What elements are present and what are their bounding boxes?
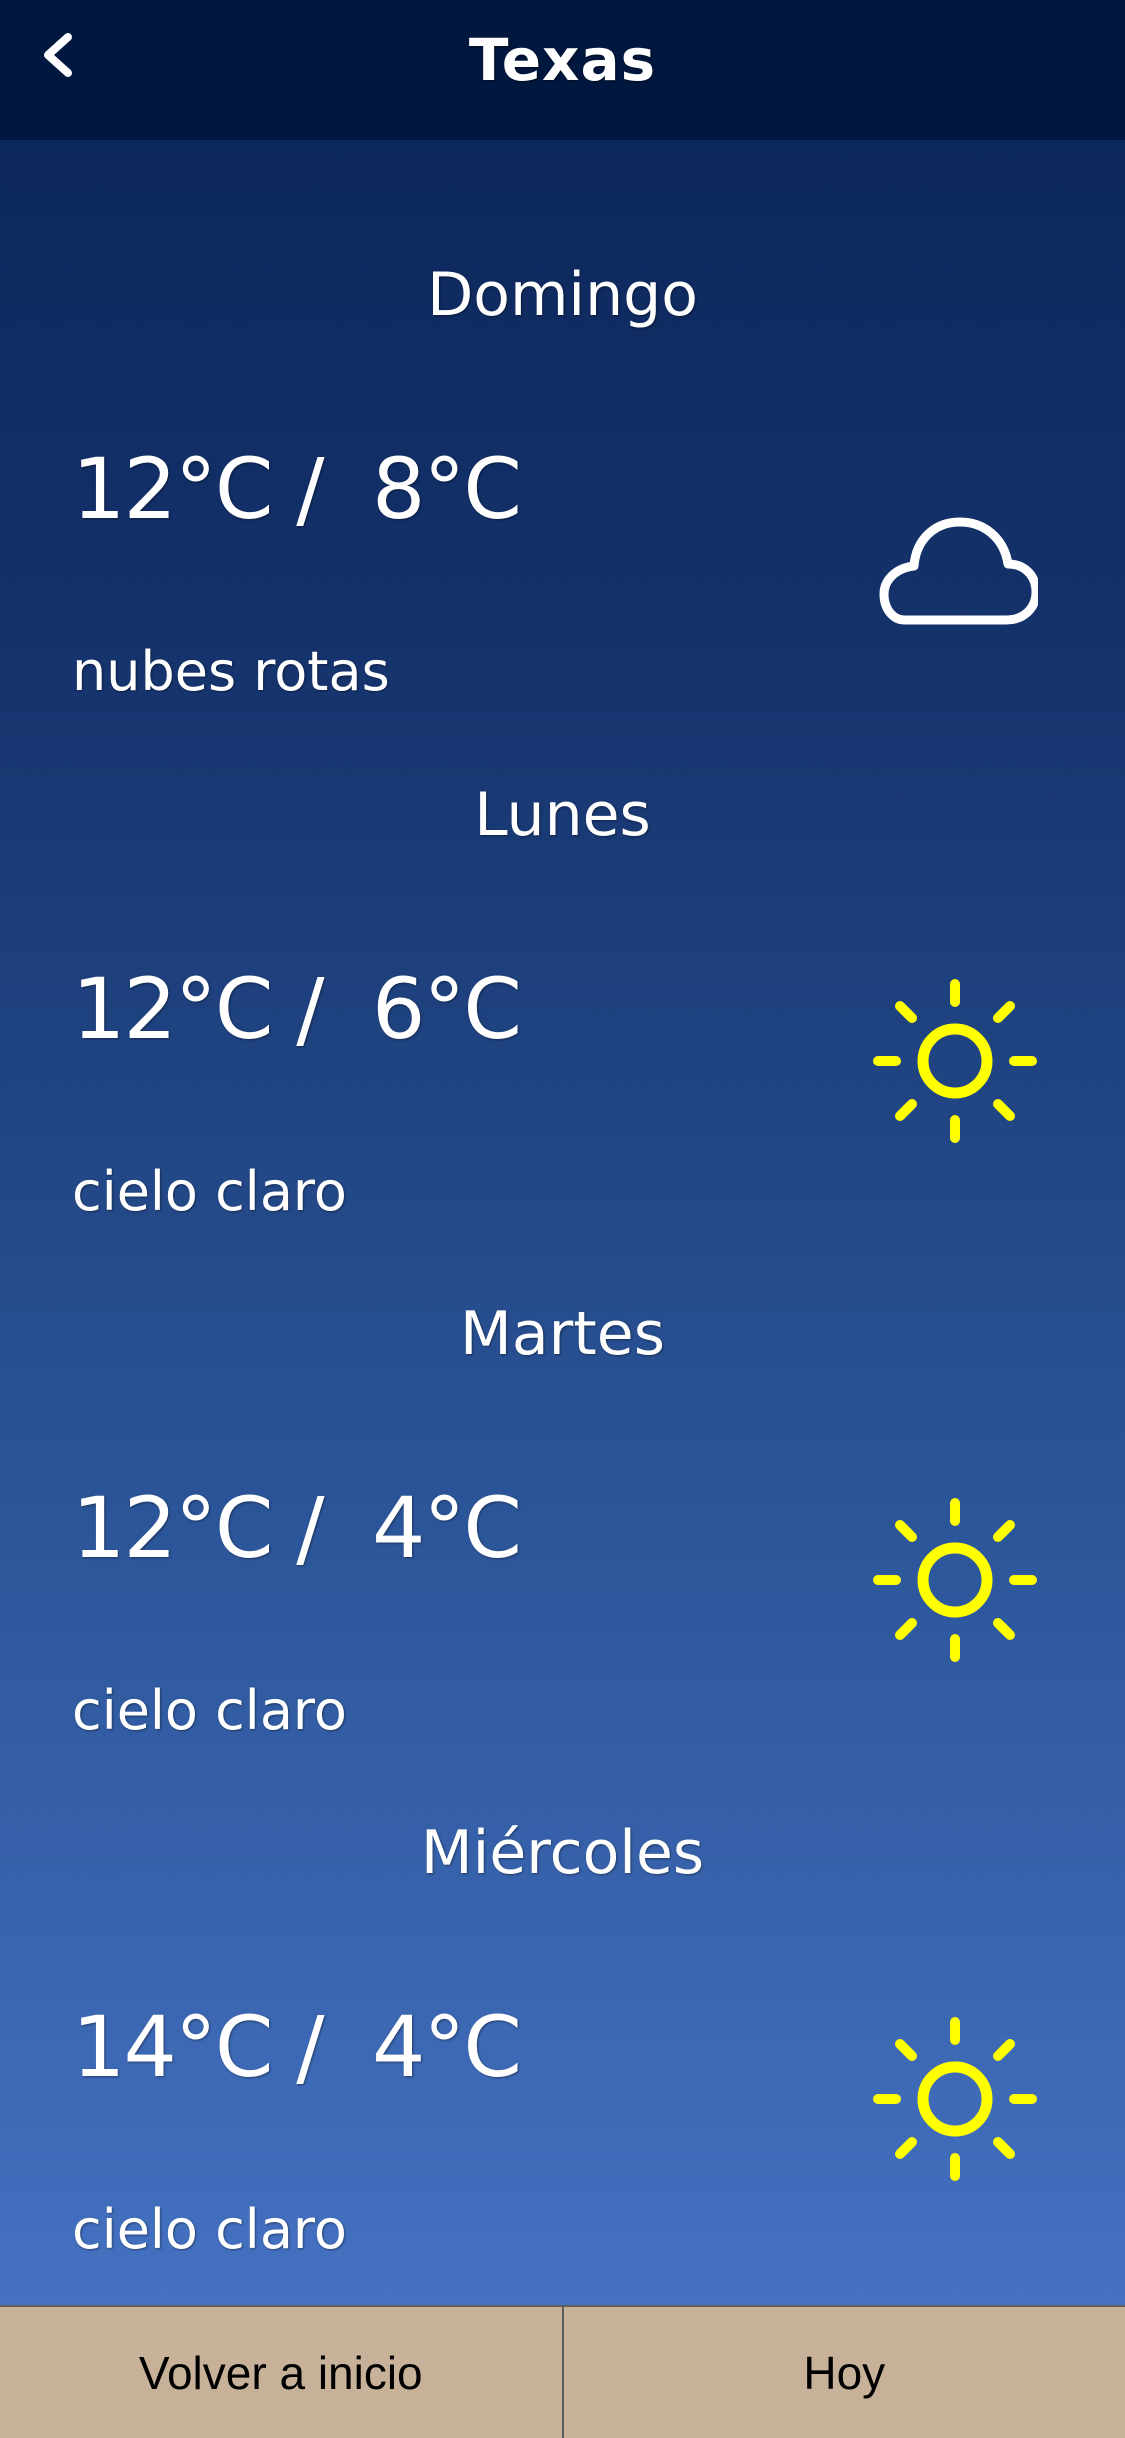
temperature-range: 12°C / 8°C: [72, 440, 520, 538]
sun-icon: [872, 978, 1038, 1144]
cloud-icon: [872, 480, 1038, 646]
temperature-range: 12°C / 6°C: [72, 960, 520, 1058]
sun-icon: [872, 1497, 1038, 1663]
forecast-day: Martes 12°C / 4°C cielo claro: [0, 1239, 1125, 1758]
temperature-range: 14°C / 4°C: [72, 1998, 520, 2096]
day-name: Domingo: [0, 260, 1125, 330]
day-name: Lunes: [0, 780, 1125, 850]
forecast-day: Lunes 12°C / 6°C cielo claro: [0, 720, 1125, 1239]
day-name: Martes: [0, 1299, 1125, 1369]
forecast-day: Domingo 12°C / 8°C nubes rotas: [0, 200, 1125, 719]
home-button[interactable]: Volver a inicio: [0, 2307, 564, 2438]
weather-description: cielo claro: [72, 1160, 347, 1223]
app-header: Texas: [0, 0, 1125, 140]
day-name: Miércoles: [0, 1818, 1125, 1888]
today-button[interactable]: Hoy: [564, 2307, 1125, 2438]
bottom-nav: Volver a inicio Hoy: [0, 2305, 1125, 2438]
weather-description: cielo claro: [72, 1679, 347, 1742]
weather-description: cielo claro: [72, 2198, 347, 2261]
sun-icon: [872, 2016, 1038, 2182]
weather-description: nubes rotas: [72, 640, 390, 703]
forecast-day: Miércoles 14°C / 4°C cielo claro: [0, 1758, 1125, 2277]
page-title: Texas: [0, 26, 1125, 94]
temperature-range: 12°C / 4°C: [72, 1479, 520, 1577]
